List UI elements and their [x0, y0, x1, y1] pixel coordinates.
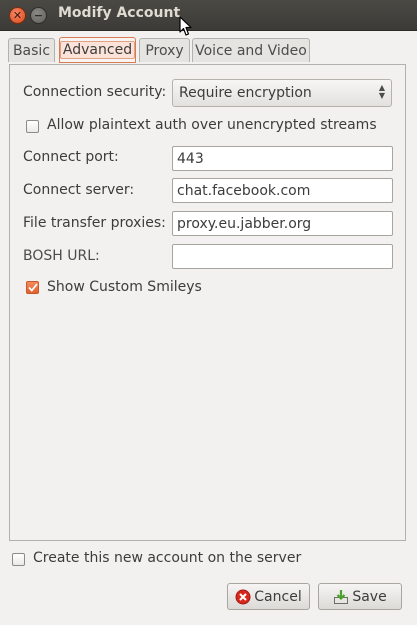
tab-label: Basic: [12, 42, 51, 59]
cancel-button-label: Cancel: [254, 588, 302, 605]
connect-server-input[interactable]: [172, 178, 393, 203]
bosh-url-label: BOSH URL:: [23, 248, 100, 264]
cancel-icon: [235, 589, 251, 604]
mouse-cursor-icon: [179, 16, 192, 36]
title-bar: ✕ − Modify Account: [0, 0, 417, 36]
tab-voice-and-video[interactable]: Voice and Video: [192, 38, 310, 62]
save-button-label: Save: [352, 588, 387, 605]
window-title: Modify Account: [58, 5, 181, 21]
create-account-label: Create this new account on the server: [33, 550, 302, 566]
checkmark-icon: [27, 283, 38, 292]
connect-server-label: Connect server:: [23, 182, 135, 198]
close-window-button[interactable]: ✕: [9, 7, 26, 24]
minimize-icon: −: [33, 9, 44, 22]
tab-label: Voice and Video: [195, 42, 307, 59]
tab-advanced[interactable]: Advanced: [59, 37, 136, 63]
connection-security-value: Require encryption: [179, 85, 312, 101]
connection-security-label: Connection security:: [23, 84, 167, 100]
connect-port-input[interactable]: [172, 146, 393, 171]
show-smileys-checkbox[interactable]: [26, 281, 39, 294]
combo-arrows-icon: ▲ ▼: [378, 83, 385, 100]
file-transfer-proxies-input[interactable]: [172, 211, 393, 236]
save-button[interactable]: Save: [318, 583, 402, 610]
save-icon: [334, 589, 349, 604]
advanced-settings-panel: [9, 64, 406, 541]
close-icon: ✕: [12, 9, 23, 22]
minimize-window-button[interactable]: −: [30, 7, 47, 24]
bosh-url-input[interactable]: [172, 244, 393, 269]
tab-proxy[interactable]: Proxy: [139, 38, 190, 62]
connect-port-label: Connect port:: [23, 149, 119, 165]
plaintext-auth-label: Allow plaintext auth over unencrypted st…: [47, 117, 377, 133]
tab-label: Proxy: [145, 42, 184, 59]
tab-label: Advanced: [59, 41, 136, 59]
tab-basic[interactable]: Basic: [8, 38, 55, 62]
connection-security-select[interactable]: Require encryption ▲ ▼: [172, 79, 392, 107]
cancel-button[interactable]: Cancel: [227, 583, 310, 610]
create-account-checkbox[interactable]: [12, 553, 25, 566]
file-transfer-proxies-label: File transfer proxies:: [23, 215, 166, 231]
show-smileys-label: Show Custom Smileys: [47, 279, 202, 295]
plaintext-auth-checkbox[interactable]: [26, 120, 39, 133]
